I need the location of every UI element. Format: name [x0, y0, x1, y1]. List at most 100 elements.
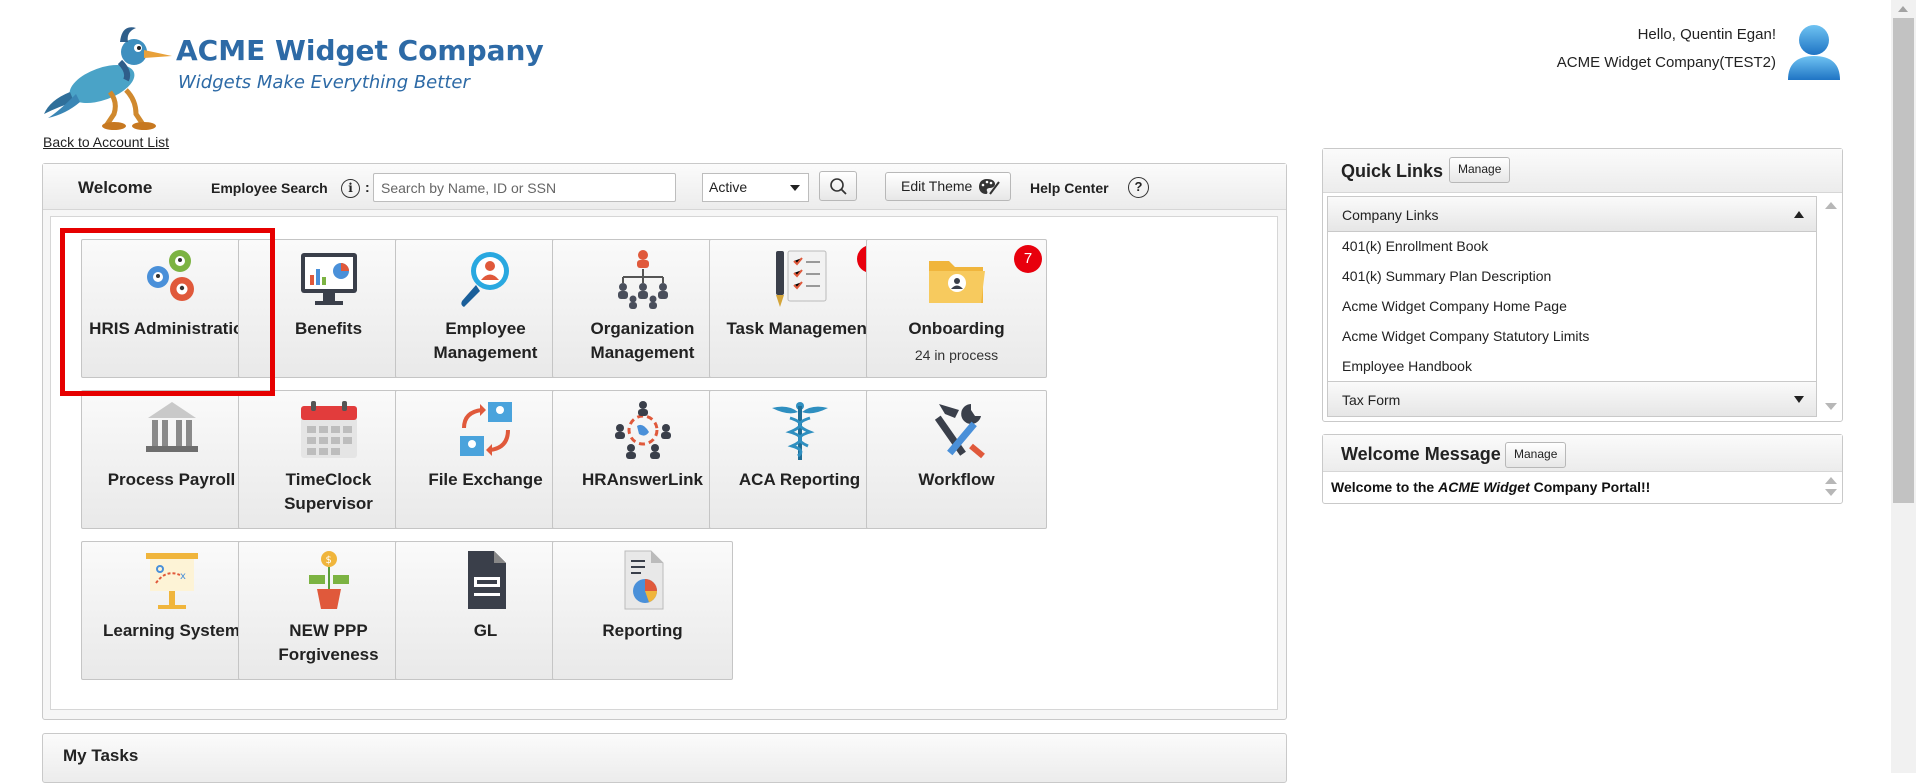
- page-scrollbar[interactable]: [1891, 0, 1916, 773]
- tile-label: Benefits: [294, 319, 363, 338]
- list-item[interactable]: 401(k) Summary Plan Description: [1328, 261, 1816, 291]
- tile-label: Task Management: [726, 319, 873, 338]
- tile-hris-administration[interactable]: HRIS Administration: [81, 239, 262, 378]
- scroll-down-icon[interactable]: [1825, 403, 1837, 410]
- money-plant-icon: $: [308, 551, 349, 609]
- company-links-list: 401(k) Enrollment Book 401(k) Summary Pl…: [1327, 231, 1817, 381]
- presentation-board-icon: x: [145, 553, 198, 609]
- search-icon: [830, 178, 847, 195]
- tile-label: Learning System: [103, 621, 240, 640]
- roadrunner-logo-icon: [44, 27, 172, 130]
- tile-label: ACA Reporting: [738, 470, 861, 489]
- tile-employee-management[interactable]: Employee Management: [395, 239, 576, 378]
- scrollbar-thumb[interactable]: [1893, 18, 1914, 503]
- back-to-account-list-link[interactable]: Back to Account List: [43, 134, 169, 150]
- scroll-down-icon[interactable]: [1825, 489, 1837, 496]
- tile-aca-reporting[interactable]: ACA Reporting: [709, 390, 890, 529]
- tile-label: HRIS Administration: [89, 319, 254, 338]
- list-item[interactable]: Employee Handbook: [1328, 351, 1816, 381]
- tile-task-management[interactable]: Task Management 7: [709, 239, 890, 378]
- quick-links-panel: Quick Links Manage Company Links 401(k) …: [1322, 148, 1843, 422]
- toolbar: Welcome Employee Search i : Active Edit …: [43, 164, 1286, 210]
- chevron-down-icon: [790, 185, 800, 191]
- tile-label: File Exchange: [428, 470, 543, 489]
- my-tasks-title: My Tasks: [63, 746, 139, 765]
- bank-icon: [145, 402, 198, 452]
- list-item[interactable]: Acme Widget Company Home Page: [1328, 291, 1816, 321]
- tile-onboarding[interactable]: Onboarding 24 in process 7: [866, 239, 1047, 378]
- welcome-message-header: Welcome Message Manage: [1323, 435, 1842, 472]
- help-icon[interactable]: ?: [1128, 177, 1149, 198]
- magnifier-person-icon: [460, 252, 509, 307]
- tile-label: Organization Management: [590, 319, 695, 362]
- gears-people-icon: [146, 250, 194, 301]
- brand-tagline: Widgets Make Everything Better: [178, 72, 470, 93]
- tile-file-exchange[interactable]: File Exchange: [395, 390, 576, 529]
- quick-links-scrollbar[interactable]: [1820, 196, 1840, 418]
- tile-learning-system[interactable]: x Learning System: [81, 541, 262, 680]
- company-links-accordion[interactable]: Company Links: [1327, 196, 1817, 232]
- tile-label: NEW PPP Forgiveness: [278, 621, 379, 664]
- search-button[interactable]: [819, 171, 857, 201]
- pen-checklist-icon: [775, 250, 826, 307]
- employee-search-label: Employee Search: [211, 180, 328, 196]
- tile-hranswerlink[interactable]: HRAnswerLink: [552, 390, 733, 529]
- tile-gl[interactable]: GL: [395, 541, 576, 680]
- welcome-message-manage-button[interactable]: Manage: [1505, 442, 1567, 468]
- welcome-message-text: Welcome to the ACME Widget Company Porta…: [1331, 479, 1650, 495]
- tile-label: Process Payroll: [107, 470, 236, 489]
- edit-theme-button[interactable]: Edit Theme: [885, 172, 1011, 201]
- tile-new-ppp-forgiveness[interactable]: $ NEW PPP Forgiveness: [238, 541, 419, 680]
- tile-organization-management[interactable]: Organization Management: [552, 239, 733, 378]
- tile-benefits[interactable]: Benefits: [238, 239, 419, 378]
- notification-badge: 7: [1014, 245, 1042, 273]
- user-greeting: Hello, Quentin Egan!: [1637, 26, 1776, 43]
- status-select[interactable]: Active: [702, 173, 809, 202]
- scroll-up-icon[interactable]: [1898, 6, 1908, 12]
- folder-person-icon: [928, 261, 985, 303]
- user-avatar-icon[interactable]: [1784, 22, 1844, 84]
- welcome-message-panel: Welcome Message Manage Welcome to the AC…: [1322, 434, 1843, 504]
- edit-theme-label: Edit Theme: [901, 178, 973, 194]
- tile-workflow[interactable]: Workflow: [866, 390, 1047, 529]
- document-icon: [467, 551, 506, 609]
- tile-reporting[interactable]: Reporting: [552, 541, 733, 680]
- welcome-tab[interactable]: Welcome: [78, 178, 152, 198]
- employee-search-input[interactable]: [373, 173, 676, 202]
- list-item[interactable]: Acme Widget Company Statutory Limits: [1328, 321, 1816, 351]
- tile-label: TimeClock Supervisor: [284, 470, 373, 513]
- quick-links-manage-button[interactable]: Manage: [1449, 157, 1511, 183]
- accordion-label: Tax Form: [1342, 392, 1401, 408]
- search-label-colon: :: [365, 179, 370, 195]
- svg-text:x: x: [180, 571, 186, 582]
- accordion-label: Company Links: [1342, 207, 1439, 223]
- monitor-chart-icon: [300, 253, 357, 305]
- brand-title: ACME Widget Company: [176, 34, 544, 67]
- list-item[interactable]: 401(k) Enrollment Book: [1328, 231, 1816, 261]
- welcome-message-title: Welcome Message: [1341, 444, 1501, 464]
- scroll-up-icon[interactable]: [1825, 477, 1837, 484]
- status-select-value: Active: [709, 179, 748, 195]
- help-center-label[interactable]: Help Center: [1030, 180, 1109, 196]
- tile-label: Workflow: [918, 470, 995, 489]
- app-tiles-grid: HRIS Administration Benefits Employee Ma…: [50, 216, 1278, 710]
- scroll-up-icon[interactable]: [1825, 202, 1837, 209]
- tile-label: HRAnswerLink: [582, 470, 703, 489]
- calendar-icon: [300, 401, 357, 458]
- chevron-up-icon: [1794, 211, 1804, 218]
- org-chart-icon: [617, 250, 668, 309]
- tile-process-payroll[interactable]: Process Payroll: [81, 390, 262, 529]
- caduceus-icon: [771, 402, 828, 460]
- tile-label: GL: [473, 621, 498, 640]
- tile-label: Employee Management: [433, 319, 538, 362]
- welcome-message-scrollbar[interactable]: [1820, 473, 1840, 501]
- tile-timeclock-supervisor[interactable]: TimeClock Supervisor: [238, 390, 419, 529]
- people-network-icon: [614, 401, 671, 459]
- quick-links-title: Quick Links: [1341, 161, 1444, 181]
- welcome-text-end: Company Portal!!: [1529, 479, 1651, 495]
- quick-links-header: Quick Links Manage: [1323, 149, 1842, 193]
- onboarding-count: 24 in process: [914, 347, 999, 363]
- tax-form-accordion[interactable]: Tax Form: [1327, 381, 1817, 417]
- info-icon[interactable]: i: [341, 179, 360, 198]
- palette-brush-icon: [979, 179, 1000, 195]
